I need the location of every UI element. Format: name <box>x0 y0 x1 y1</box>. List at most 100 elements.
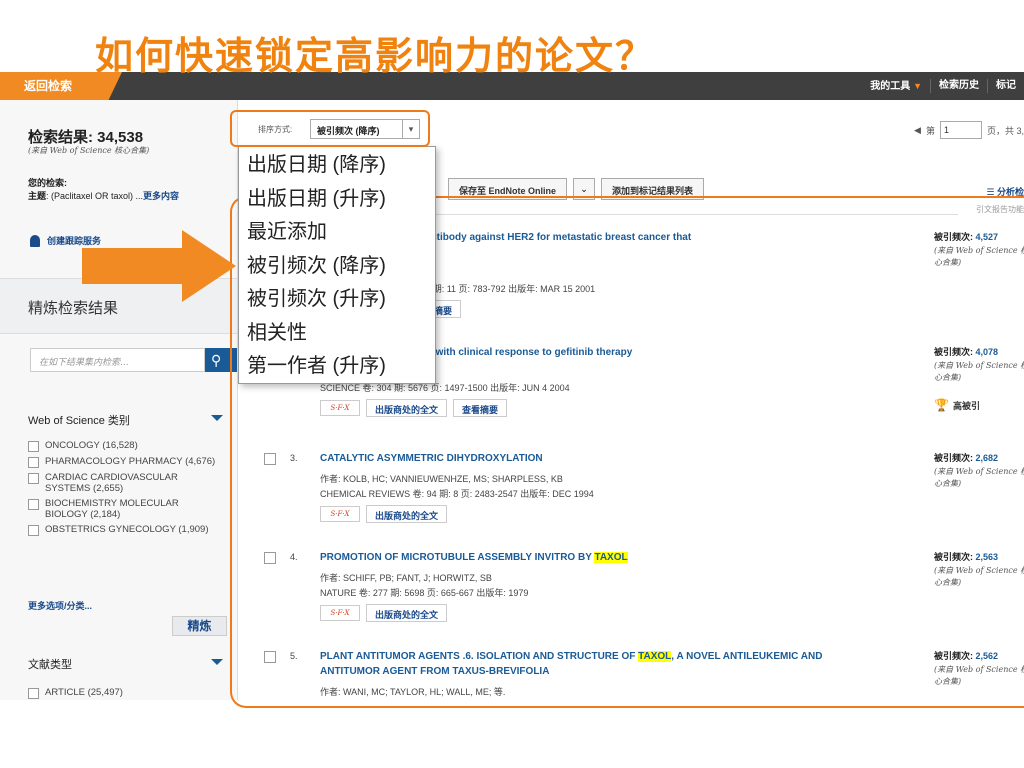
record-authors: 作者: SCHIFF, PB; FANT, J; HORWITZ, SB <box>320 573 492 583</box>
category-facet-list: ONCOLOGY (16,528) PHARMACOLOGY PHARMACY … <box>28 440 218 540</box>
citation-source: (来自 Web of Science 核心合集) <box>934 566 1024 587</box>
prev-page-icon[interactable]: ◀ <box>914 125 921 136</box>
sort-option-recently-added[interactable]: 最近添加 <box>239 216 435 250</box>
record-checkbox[interactable] <box>264 453 276 465</box>
sort-options-dropdown: 出版日期 (降序) 出版日期 (升序) 最近添加 被引频次 (降序) 被引频次 … <box>238 146 436 384</box>
my-tools-label: 我的工具 <box>870 80 911 92</box>
citation-report-link[interactable]: 引文报告功能 <box>976 204 1024 215</box>
view-abstract-button[interactable]: 查看摘要 <box>453 399 508 417</box>
chevron-down-icon[interactable]: ⌄ <box>573 178 596 200</box>
search-term-highlight: TAXOL <box>638 651 672 662</box>
facet-checkbox[interactable] <box>28 688 39 699</box>
sort-option-times-cited-asc[interactable]: 被引频次 (升序) <box>239 283 435 317</box>
citation-source: (来自 Web of Science 核心合集) <box>934 246 1024 267</box>
citation-count: 被引频次: 2,562 (来自 Web of Science 核心合集) <box>934 649 1024 688</box>
save-to-endnote-button[interactable]: 保存至 EndNote Online <box>448 178 568 200</box>
chevron-down-icon: ▼ <box>913 80 922 91</box>
facet-label: BIOCHEMISTRY MOLECULAR BIOLOGY (2,184) <box>45 498 179 520</box>
analyze-label: 分析检 <box>996 187 1024 197</box>
citation-source: (来自 Web of Science 核心合集) <box>934 467 1024 488</box>
citation-source: (来自 Web of Science 核心合集) <box>934 665 1024 686</box>
chevron-down-icon <box>211 659 223 665</box>
record-authors: 作者: KOLB, HC; VANNIEUWENHZE, MS; SHARPLE… <box>320 474 563 484</box>
bell-icon <box>30 234 40 247</box>
facet-checkbox[interactable] <box>28 525 39 536</box>
results-toolbar: 保存至 EndNote Online ⌄ 添加到标记结果列表 <box>448 178 705 200</box>
full-text-button[interactable]: 出版商处的全文 <box>366 505 448 523</box>
query-field-label: 主题 <box>28 191 47 201</box>
sfx-link-button[interactable]: S·F·X <box>320 400 360 416</box>
search-history-link[interactable]: 检索历史 <box>930 79 987 93</box>
page-suffix: 页，共 3, <box>986 125 1024 136</box>
citation-source: (来自 Web of Science 核心合集) <box>934 361 1024 382</box>
citation-count-link[interactable]: 4,078 <box>976 347 999 357</box>
sort-option-first-author[interactable]: 第一作者 (升序) <box>239 350 435 384</box>
record-checkbox[interactable] <box>264 651 276 663</box>
sort-option-pubdate-desc[interactable]: 出版日期 (降序) <box>239 149 435 183</box>
citation-count-link[interactable]: 4,527 <box>976 232 999 242</box>
trophy-icon: 🏆 <box>934 398 949 412</box>
slide-title: 如何快速锁定高影响力的论文？ <box>95 34 656 78</box>
query-text: : (Paclitaxel OR taxol) ... <box>46 191 144 201</box>
citation-count-link[interactable]: 2,563 <box>976 552 999 562</box>
search-icon[interactable]: ⚲ <box>205 348 237 372</box>
left-sidebar: 检索结果: 34,538 (来自 Web of Science 核心合集) 您的… <box>0 100 238 700</box>
my-tools-menu[interactable]: 我的工具 ▼ <box>862 79 930 94</box>
record-title[interactable]: CATALYTIC ASYMMETRIC DIHYDROXYLATION <box>320 451 900 466</box>
citation-count-link[interactable]: 2,682 <box>976 453 999 463</box>
page-prefix: 第 <box>925 125 935 136</box>
facet-item[interactable]: OBSTETRICS GYNECOLOGY (1,909) <box>28 524 218 536</box>
record-journal: CHEMICAL REVIEWS 卷: 94 期: 8 页: 2483-2547… <box>320 489 594 499</box>
sort-highlight-frame <box>230 110 430 147</box>
facet-item[interactable]: BIOCHEMISTRY MOLECULAR BIOLOGY (2,184) <box>28 498 218 520</box>
pagination: ◀ 第 1 页，共 3, <box>914 121 1024 139</box>
highly-cited-badge: 🏆 高被引 <box>934 398 980 412</box>
facet-item[interactable]: ARTICLE (25,497) <box>28 687 123 699</box>
full-text-button[interactable]: 出版商处的全文 <box>366 399 448 417</box>
top-nav-links: 我的工具 ▼ 检索历史 标记 <box>862 72 1024 100</box>
record-number: 5. <box>290 651 298 661</box>
record-number: 4. <box>290 552 298 562</box>
bar-chart-icon: ☰ <box>986 187 995 197</box>
citation-count: 被引频次: 4,527 (来自 Web of Science 核心合集) <box>934 230 1024 269</box>
query-more-link[interactable]: 更多内容 <box>143 191 179 201</box>
record-checkbox[interactable] <box>264 552 276 564</box>
citation-count: 被引频次: 4,078 (来自 Web of Science 核心合集) 🏆 高被… <box>934 345 1024 412</box>
wos-category-label: Web of Science 类别 <box>28 415 130 427</box>
facet-label: ONCOLOGY (16,528) <box>45 440 138 451</box>
refine-search-input[interactable]: 在如下结果集内检索... <box>30 348 205 372</box>
analyze-results-link[interactable]: ☰ 分析检 <box>986 185 1024 198</box>
result-source: (来自 Web of Science 核心合集) <box>28 146 150 155</box>
record-title[interactable]: PROMOTION OF MICROTUBULE ASSEMBLY INVITR… <box>320 550 900 565</box>
facet-checkbox[interactable] <box>28 457 39 468</box>
facet-label: ARTICLE (25,497) <box>45 687 123 698</box>
sort-option-relevance[interactable]: 相关性 <box>239 317 435 351</box>
full-text-button[interactable]: 出版商处的全文 <box>366 604 448 622</box>
facet-item[interactable]: ONCOLOGY (16,528) <box>28 440 218 452</box>
result-count: 检索结果: 34,538 <box>28 129 144 146</box>
marked-list-link[interactable]: 标记 <box>987 79 1024 93</box>
record-authors: 作者: WANI, MC; TAYLOR, HL; WALL, ME; 等. <box>320 687 506 697</box>
page-number-input[interactable]: 1 <box>939 121 982 139</box>
facet-item[interactable]: PHARMACOLOGY PHARMACY (4,676) <box>28 456 218 468</box>
sort-option-pubdate-asc[interactable]: 出版日期 (升序) <box>239 183 435 217</box>
record-number: 3. <box>290 453 298 463</box>
document-type-heading[interactable]: 文献类型 <box>28 656 223 672</box>
record-links: S·F·X 出版商处的全文 <box>320 604 448 622</box>
sfx-link-button[interactable]: S·F·X <box>320 506 360 522</box>
facet-item[interactable]: CARDIAC CARDIOVASCULAR SYSTEMS (2,655) <box>28 472 218 494</box>
facet-checkbox[interactable] <box>28 441 39 452</box>
facet-checkbox[interactable] <box>28 499 39 510</box>
search-term-highlight: TAXOL <box>594 552 628 563</box>
result-record: 5. PLANT ANTITUMOR AGENTS .6. ISOLATION … <box>258 649 1024 699</box>
wos-category-heading[interactable]: Web of Science 类别 <box>28 412 223 428</box>
add-to-marked-list-button[interactable]: 添加到标记结果列表 <box>601 178 705 200</box>
result-record: 3. CATALYTIC ASYMMETRIC DIHYDROXYLATION … <box>258 451 1024 531</box>
sort-option-times-cited-desc[interactable]: 被引频次 (降序) <box>239 250 435 284</box>
refine-button[interactable]: 精炼 <box>172 616 227 636</box>
more-options-link[interactable]: 更多选项/分类... <box>28 599 92 612</box>
facet-checkbox[interactable] <box>28 473 39 484</box>
record-title[interactable]: PLANT ANTITUMOR AGENTS .6. ISOLATION AND… <box>320 649 900 679</box>
sfx-link-button[interactable]: S·F·X <box>320 605 360 621</box>
citation-count-link[interactable]: 2,562 <box>976 651 999 661</box>
